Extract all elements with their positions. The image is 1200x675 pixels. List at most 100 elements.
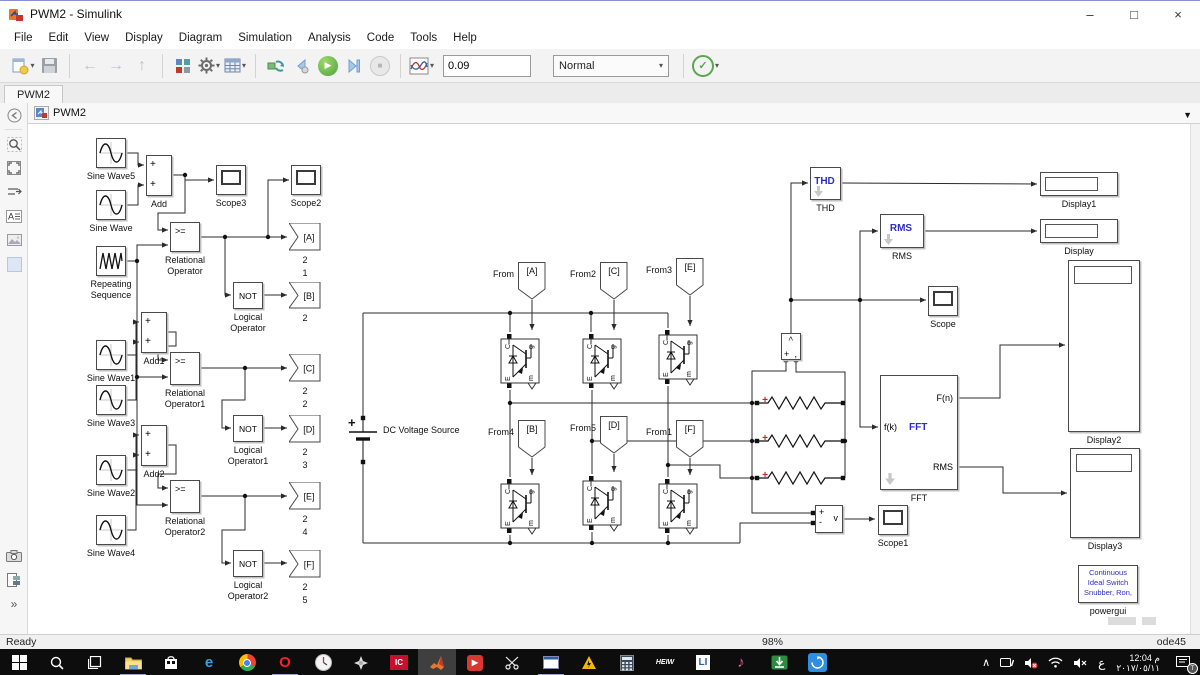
- add[interactable]: ++: [146, 155, 172, 196]
- expand-palette-icon[interactable]: »: [0, 592, 28, 616]
- signal-routing-icon[interactable]: [0, 180, 28, 204]
- relational-operator1[interactable]: >=: [170, 352, 200, 385]
- edge-icon[interactable]: e: [190, 649, 228, 675]
- model-data-caret-icon[interactable]: ▾: [242, 61, 246, 70]
- logical-operator2[interactable]: NOT: [233, 550, 263, 577]
- tray-audio-error-icon[interactable]: [1019, 657, 1043, 669]
- clock-app-icon[interactable]: [304, 649, 342, 675]
- update-diagram-button[interactable]: [264, 54, 288, 78]
- menu-analysis[interactable]: Analysis: [300, 29, 359, 47]
- task-view-icon[interactable]: [76, 649, 114, 675]
- save-button[interactable]: [37, 54, 61, 78]
- model-advisor-button[interactable]: ✓▾: [692, 54, 719, 78]
- chrome-icon[interactable]: [228, 649, 266, 675]
- tray-volume-mute-icon[interactable]: [1068, 657, 1093, 669]
- igbt3[interactable]: CgEm: [656, 328, 700, 386]
- model-advisor-caret-icon[interactable]: ▾: [715, 61, 719, 70]
- tray-wifi-icon[interactable]: [1043, 657, 1068, 668]
- sine-wave3[interactable]: [96, 385, 126, 415]
- settings-caret-icon[interactable]: ▾: [216, 61, 220, 70]
- breadcrumb-model-name[interactable]: PWM2: [53, 107, 86, 119]
- sine-wave5[interactable]: [96, 138, 126, 168]
- back-button[interactable]: ←: [78, 54, 102, 78]
- model-data-button[interactable]: ▾: [223, 54, 247, 78]
- start-button[interactable]: [0, 649, 38, 675]
- step-forward-button[interactable]: [342, 54, 366, 78]
- library-browser-button[interactable]: [171, 54, 195, 78]
- scope3[interactable]: [216, 165, 246, 195]
- tab-pwm2[interactable]: PWM2: [4, 85, 63, 104]
- relational-operator[interactable]: >=: [170, 222, 200, 252]
- from4[interactable]: [B]: [518, 420, 546, 458]
- menu-code[interactable]: Code: [359, 29, 403, 47]
- menu-display[interactable]: Display: [117, 29, 171, 47]
- forward-button[interactable]: →: [104, 54, 128, 78]
- sine-wave[interactable]: [96, 190, 126, 220]
- calculator-icon[interactable]: [608, 649, 646, 675]
- thd[interactable]: THD: [810, 167, 841, 200]
- voltage-measurement[interactable]: +-v: [815, 505, 843, 533]
- menu-tools[interactable]: Tools: [402, 29, 445, 47]
- resistor1[interactable]: [755, 395, 845, 411]
- menu-edit[interactable]: Edit: [41, 29, 77, 47]
- close-button[interactable]: ×: [1156, 1, 1200, 27]
- from3[interactable]: [E]: [676, 258, 704, 296]
- from1[interactable]: [F]: [676, 420, 704, 458]
- file-explorer-icon[interactable]: [114, 649, 152, 675]
- search-icon[interactable]: [38, 649, 76, 675]
- maximize-button[interactable]: □: [1112, 1, 1156, 27]
- threed-app-icon[interactable]: [342, 649, 380, 675]
- powergui[interactable]: Continuous Ideal Switch Snubber, Ron,: [1078, 565, 1138, 603]
- scope[interactable]: [928, 286, 958, 316]
- heiw-app-icon[interactable]: HEIW: [646, 649, 684, 675]
- goto-e[interactable]: [E]: [289, 482, 321, 510]
- igbt5[interactable]: CgEm: [580, 474, 624, 532]
- sine-wave1[interactable]: [96, 340, 126, 370]
- stop-button[interactable]: ■: [368, 54, 392, 78]
- scope2[interactable]: [291, 165, 321, 195]
- tray-tablet-icon[interactable]: [995, 657, 1019, 668]
- viewmarks-icon[interactable]: [0, 568, 28, 592]
- minimize-button[interactable]: –: [1068, 1, 1112, 27]
- new-model-caret-icon[interactable]: ▾: [30, 61, 34, 70]
- display3[interactable]: [1070, 448, 1140, 538]
- voltage-measure-top[interactable]: >+,: [781, 333, 801, 360]
- display2[interactable]: [1068, 260, 1140, 432]
- display[interactable]: [1040, 219, 1118, 243]
- labview-icon[interactable]: LI: [684, 649, 722, 675]
- goto-c[interactable]: [C]: [289, 354, 321, 382]
- run-button[interactable]: ▶: [316, 54, 340, 78]
- simulation-display-caret-icon[interactable]: ▾: [430, 61, 434, 70]
- new-model-button[interactable]: ▾: [11, 54, 35, 78]
- breadcrumb-dropdown-icon[interactable]: ▼: [1183, 110, 1192, 120]
- daemon-tools-icon[interactable]: [570, 649, 608, 675]
- goto-a[interactable]: [A]: [289, 223, 321, 251]
- menu-file[interactable]: File: [6, 29, 41, 47]
- igbt6[interactable]: CgEm: [656, 477, 700, 535]
- scope1[interactable]: [878, 505, 908, 535]
- sine-wave4[interactable]: [96, 515, 126, 545]
- from5[interactable]: [D]: [600, 416, 628, 454]
- menu-help[interactable]: Help: [445, 29, 485, 47]
- diagram-area[interactable]: +++ Sine Wave5++AddScope3Scope2Sine Wave…: [28, 124, 1191, 634]
- tray-language-indicator[interactable]: ع: [1093, 656, 1110, 670]
- igbt1[interactable]: CgEm: [498, 332, 542, 390]
- from2[interactable]: [C]: [600, 262, 628, 300]
- add1[interactable]: ++: [141, 312, 167, 353]
- settings-button[interactable]: ▾: [197, 54, 221, 78]
- logical-operator[interactable]: NOT: [233, 282, 263, 309]
- app-window-icon[interactable]: [532, 649, 570, 675]
- opera-icon[interactable]: O: [266, 649, 304, 675]
- sine-wave2[interactable]: [96, 455, 126, 485]
- shareit-icon[interactable]: [798, 649, 836, 675]
- action-center-icon[interactable]: T: [1166, 649, 1200, 675]
- resistor3[interactable]: [755, 470, 845, 486]
- simulation-mode-select[interactable]: Normal ▾: [553, 55, 669, 77]
- fft[interactable]: f(k)F(n)RMSFFT: [880, 375, 958, 490]
- vertical-scrollbar[interactable]: [1190, 124, 1200, 634]
- ic-app-icon[interactable]: IC: [380, 649, 418, 675]
- itunes-icon[interactable]: ♪: [722, 649, 760, 675]
- matlab-icon[interactable]: [418, 649, 456, 675]
- hide-browser-icon[interactable]: [0, 103, 28, 127]
- area-icon[interactable]: [0, 252, 28, 276]
